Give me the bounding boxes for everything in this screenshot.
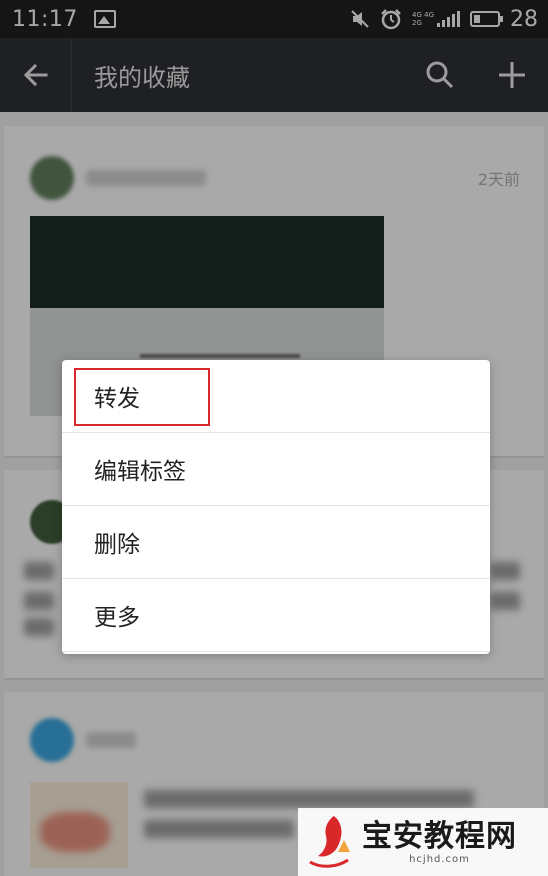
menu-item-label: 删除 xyxy=(94,532,140,558)
menu-item-label: 更多 xyxy=(94,605,140,631)
menu-item-forward[interactable]: 转发 xyxy=(62,360,490,433)
watermark-logo-icon xyxy=(309,816,350,868)
menu-item-label: 编辑标签 xyxy=(94,459,186,485)
screen: 11:17 4G 4G 2G 28 我的收藏 2天前 转发 编辑标签 删除 更多… xyxy=(0,0,548,876)
menu-item-edit-tags[interactable]: 编辑标签 xyxy=(62,433,490,506)
context-menu: 转发 编辑标签 删除 更多 xyxy=(62,360,490,654)
watermark: 宝安教程网 hcjhd.com xyxy=(298,808,548,876)
menu-item-more[interactable]: 更多 xyxy=(62,579,490,652)
watermark-name: 宝安教程网 xyxy=(362,818,517,854)
menu-item-delete[interactable]: 删除 xyxy=(62,506,490,579)
watermark-url: hcjhd.com xyxy=(409,853,470,865)
menu-item-label: 转发 xyxy=(94,386,140,412)
